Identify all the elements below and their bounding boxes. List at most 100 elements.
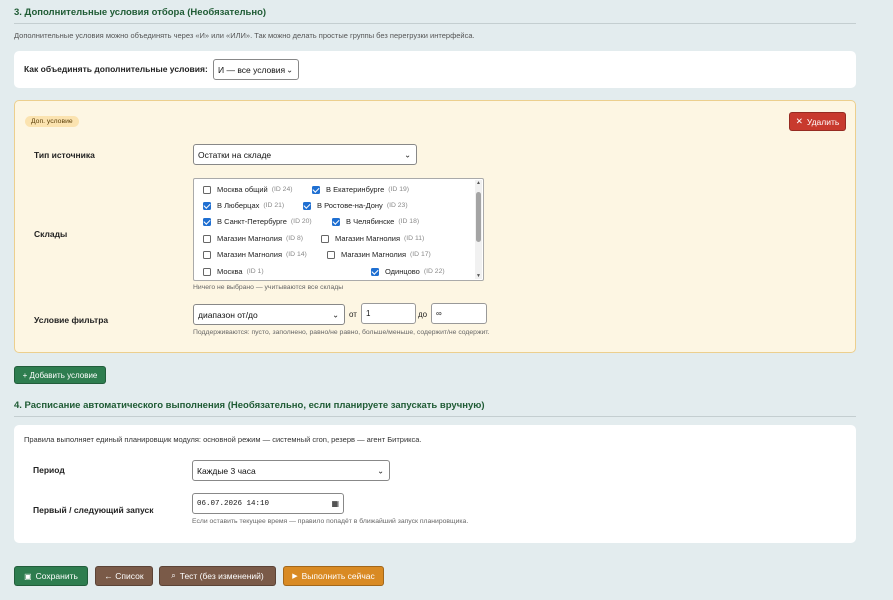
list-button[interactable]: ← Список <box>95 566 153 586</box>
warehouse-name: В Санкт-Петербурге <box>217 217 287 226</box>
warehouse-name: Магазин Магнолия <box>217 250 283 259</box>
next-run-label: Первый / следующий запуск <box>33 505 154 515</box>
magnifier-icon: ⌕ <box>171 571 176 580</box>
close-icon: ✕ <box>795 116 803 126</box>
scroll-down-icon[interactable]: ▼ <box>475 273 482 279</box>
combine-select-wrap: И — все условия ⌄ <box>213 59 299 80</box>
warehouse-option[interactable]: Москва (ID 1) <box>203 267 264 276</box>
warehouse-name: Магазин Магнолия <box>335 234 401 243</box>
warehouse-checkbox[interactable] <box>203 185 211 194</box>
period-select[interactable]: Каждые 3 часа <box>192 460 390 481</box>
section3-title: 3. Дополнительные условия отбора (Необяз… <box>14 7 267 18</box>
warehouses-label: Склады <box>34 229 68 239</box>
warehouse-id: (ID 18) <box>398 218 420 225</box>
warehouse-option[interactable]: Одинцово (ID 22) <box>371 267 445 276</box>
condition-tag: Доп. условие <box>25 116 79 127</box>
warehouse-checkbox[interactable] <box>203 201 211 210</box>
warehouse-id: (ID 20) <box>290 218 312 225</box>
warehouses-hint: Ничего не выбрано — учитываются все скла… <box>193 284 344 291</box>
combine-select[interactable]: И — все условия <box>213 59 299 80</box>
next-run-value: 06.07.2026 14:10 <box>197 499 270 508</box>
source-type-select-wrap: Остатки на складе ⌄ <box>193 144 417 165</box>
play-icon: ▶ <box>292 573 298 580</box>
combine-label: Как объединять дополнительные условия: <box>24 64 208 74</box>
warehouse-option[interactable]: В Екатеринбурге (ID 19) <box>312 185 409 194</box>
warehouse-id: (ID 24) <box>271 186 293 193</box>
warehouse-id: (ID 22) <box>423 268 445 275</box>
warehouse-name: В Екатеринбурге <box>326 185 385 194</box>
warehouses-listbox[interactable]: ▲ ▼ Москва общий (ID 24) В Екатеринбурге (I… <box>193 178 484 281</box>
warehouse-id: (ID 1) <box>246 268 264 275</box>
filter-select-value: диапазон от/до <box>198 309 258 320</box>
warehouse-checkbox[interactable] <box>327 250 335 259</box>
from-label: от <box>349 310 357 319</box>
test-button[interactable]: ⌕ Тест (без изменений) <box>159 566 276 586</box>
next-run-hint: Если оставить текущее время — правило по… <box>192 518 469 525</box>
warehouse-id: (ID 21) <box>263 202 285 209</box>
warehouse-id: (ID 17) <box>410 251 431 258</box>
warehouse-checkbox[interactable] <box>203 250 211 259</box>
test-label: Тест (без изменений) <box>179 571 264 581</box>
next-run-input[interactable]: 06.07.2026 14:10 ▦ <box>192 493 344 514</box>
to-input[interactable] <box>431 303 487 324</box>
section4-divider <box>14 416 856 417</box>
save-button[interactable]: ▣ Сохранить <box>14 566 88 586</box>
source-type-label: Тип источника <box>34 150 95 160</box>
warehouse-checkbox[interactable] <box>303 201 311 210</box>
warehouse-name: В Люберцах <box>217 201 260 210</box>
warehouse-checkbox[interactable] <box>321 234 329 243</box>
warehouse-option[interactable]: В Санкт-Петербурге (ID 20) <box>203 217 312 226</box>
warehouse-checkbox[interactable] <box>203 267 211 276</box>
warehouse-option[interactable]: В Челябинске (ID 18) <box>332 217 419 226</box>
warehouse-id: (ID 19) <box>388 186 410 193</box>
scroll-up-icon[interactable]: ▲ <box>475 180 482 186</box>
warehouse-name: В Челябинске <box>346 217 395 226</box>
warehouse-option[interactable]: Магазин Магнолия (ID 17) <box>327 250 431 259</box>
warehouse-name: В Ростове-на-Дону <box>317 201 383 210</box>
warehouse-checkbox[interactable] <box>203 217 211 226</box>
combine-card: Как объединять дополнительные условия: И… <box>14 51 856 88</box>
warehouse-name: Москва общий <box>217 185 268 194</box>
period-select-wrap: Каждые 3 часа ⌄ <box>192 460 390 481</box>
section3-description: Дополнительные условия можно объединять … <box>14 31 475 40</box>
calendar-icon[interactable]: ▦ <box>331 499 339 508</box>
warehouses-scrollbar[interactable]: ▲ ▼ <box>475 180 482 279</box>
warehouse-name: Одинцово <box>385 267 420 276</box>
warehouse-checkbox[interactable] <box>312 185 320 194</box>
source-type-select[interactable]: Остатки на складе <box>193 144 417 165</box>
warehouse-checkbox[interactable] <box>332 217 340 226</box>
source-type-value: Остатки на складе <box>198 149 272 160</box>
combine-select-value: И — все условия <box>218 64 286 75</box>
warehouse-id: (ID 23) <box>386 202 408 209</box>
run-now-label: Выполнить сейчас <box>301 571 375 581</box>
run-now-button[interactable]: ▶ Выполнить сейчас <box>283 566 384 586</box>
section3-divider <box>14 23 856 24</box>
warehouse-option[interactable]: В Ростове-на-Дону (ID 23) <box>303 201 408 210</box>
warehouse-checkbox[interactable] <box>203 234 211 243</box>
warehouse-option[interactable]: Магазин Магнолия (ID 11) <box>321 234 424 243</box>
delete-condition-label: Удалить <box>806 116 840 127</box>
delete-condition-button[interactable]: ✕ Удалить <box>789 112 846 131</box>
period-label: Период <box>33 465 65 475</box>
period-select-value: Каждые 3 часа <box>197 465 256 476</box>
warehouse-id: (ID 14) <box>286 251 307 258</box>
condition-box: Доп. условие ✕ Удалить Тип источника Ост… <box>14 100 856 353</box>
section4-description: Правила выполняет единый планировщик мод… <box>24 435 422 444</box>
add-condition-button[interactable]: + Добавить условие <box>14 366 106 384</box>
from-input[interactable] <box>361 303 416 324</box>
filter-select-wrap: диапазон от/до ⌄ <box>193 304 345 325</box>
floppy-icon: ▣ <box>24 571 32 581</box>
warehouse-option[interactable]: Москва общий (ID 24) <box>203 185 293 194</box>
filter-hint: Поддерживаются: пусто, заполнено, равно/… <box>193 329 490 336</box>
save-label: Сохранить <box>35 571 78 581</box>
warehouse-id: (ID 8) <box>286 235 304 242</box>
to-label: до <box>418 310 428 319</box>
scroll-thumb[interactable] <box>476 192 481 242</box>
warehouse-checkbox[interactable] <box>371 267 379 276</box>
schedule-card: Правила выполняет единый планировщик мод… <box>14 425 856 543</box>
filter-select[interactable]: диапазон от/до <box>193 304 345 325</box>
warehouse-option[interactable]: В Люберцах (ID 21) <box>203 201 284 210</box>
warehouse-option[interactable]: Магазин Магнолия (ID 14) <box>203 250 307 259</box>
warehouse-option[interactable]: Магазин Магнолия (ID 8) <box>203 234 303 243</box>
warehouse-name: Москва <box>217 267 243 276</box>
